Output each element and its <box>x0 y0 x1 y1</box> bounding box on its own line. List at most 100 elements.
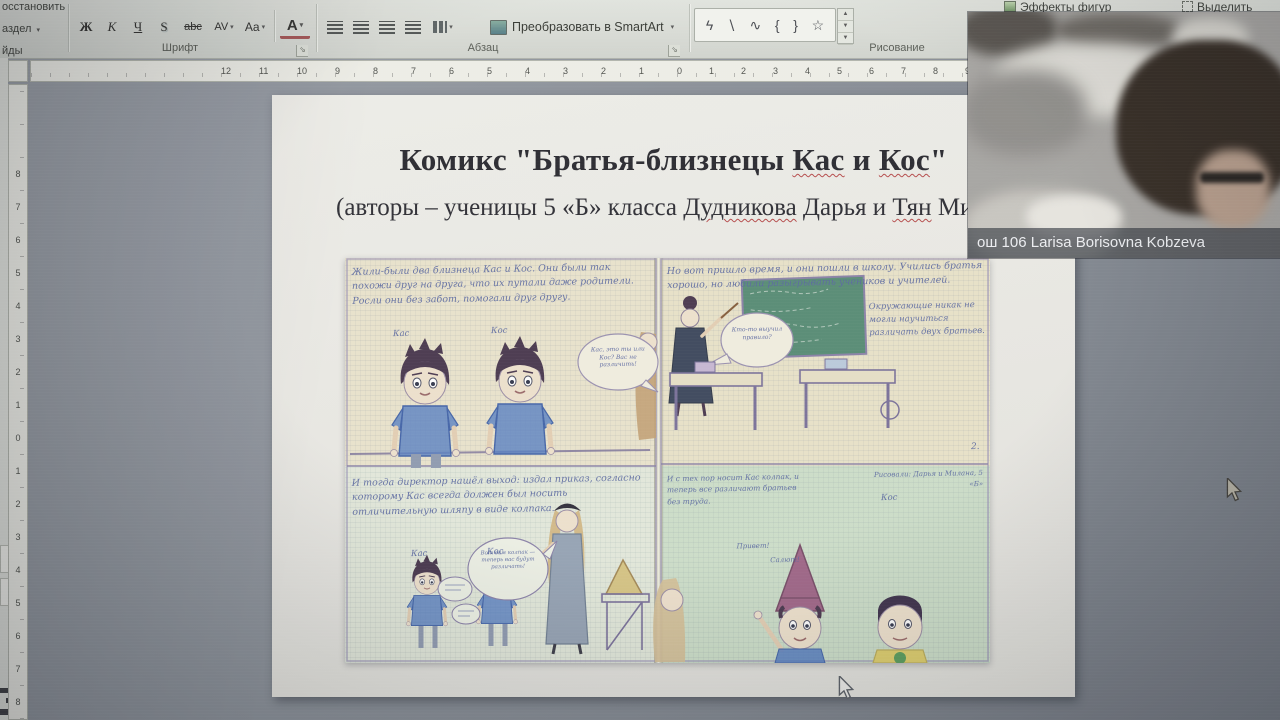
ruler-number: 10 <box>297 66 307 76</box>
left-brace-shape-icon[interactable]: { <box>775 17 780 33</box>
strikethrough-button[interactable]: abc <box>178 14 208 40</box>
char-spacing-glyph: AV <box>214 21 228 33</box>
comic-image[interactable]: Жили-были два близнеца Кас и Кос. Они бы… <box>345 258 990 663</box>
shapes-gallery[interactable]: ϟ ∖ ∿ { } ☆ <box>694 8 836 42</box>
ruler-number: 8 <box>15 697 20 707</box>
ruler-number: 7 <box>901 66 906 76</box>
webcam-name-label: ош 106 Larisa Borisovna Kobzeva <box>968 228 1280 258</box>
chevron-down-icon: ▾ <box>36 27 40 34</box>
ruler-number: 6 <box>869 66 874 76</box>
ruler-number: 2 <box>601 66 606 76</box>
scribble-shape-icon[interactable]: ϟ <box>706 17 713 33</box>
ruler-number: 5 <box>15 268 20 278</box>
ruler-number: 4 <box>525 66 530 76</box>
ruler-number: 2 <box>741 66 746 76</box>
chevron-down-icon: ▾ <box>300 21 304 29</box>
comic-label-kos: Кос <box>491 325 508 338</box>
align-right-button[interactable] <box>376 14 398 40</box>
align-left-button[interactable] <box>324 14 346 40</box>
ruler-number: 1 <box>709 66 714 76</box>
comic-bubble-teacher: Кто-то выучил правило? <box>727 325 787 341</box>
font-color-button[interactable]: A▾ <box>280 14 310 39</box>
slides-group-label: йды <box>2 45 22 57</box>
ruler-number: 2 <box>15 367 20 377</box>
ruler-number: 1 <box>639 66 644 76</box>
comic-bubble-director: Вот вам колпак — теперь вас будут различ… <box>475 549 541 571</box>
webcam-glasses <box>1200 172 1264 183</box>
webcam-background-blob <box>1056 14 1181 48</box>
ruler-number: 6 <box>15 631 20 641</box>
align-left-icon <box>327 21 343 34</box>
italic-button[interactable]: К <box>100 14 124 40</box>
ruler-number: 5 <box>15 598 20 608</box>
ruler-number: 1 <box>15 466 20 476</box>
ruler-number: 6 <box>449 66 454 76</box>
chevron-down-icon: ▾ <box>449 23 453 31</box>
ruler-number: 11 <box>259 66 268 76</box>
paragraph-dialog-launcher[interactable]: ⇘ <box>668 45 680 57</box>
ruler-number: 3 <box>773 66 778 76</box>
comic-label-kos-3: Кос <box>881 492 898 505</box>
curve-shape-icon[interactable]: ∿ <box>749 17 761 34</box>
group-divider <box>68 4 69 52</box>
ruler-number: 4 <box>15 301 20 311</box>
underline-button[interactable]: Ч <box>126 14 150 40</box>
smartart-label: Преобразовать в SmartArt <box>512 20 664 34</box>
font-group-label: Шрифт <box>145 42 215 54</box>
webcam-background-blob <box>968 70 1087 155</box>
section-button[interactable]: аздел ▾ <box>2 23 40 35</box>
comic-caption-top-left: Жили-были два близнеца Кас и Кос. Они бы… <box>352 260 647 308</box>
ruler-number: 4 <box>15 565 20 575</box>
ruler-number: 3 <box>15 334 20 344</box>
scroll-down-icon[interactable]: ▼ <box>838 21 853 33</box>
change-case-button[interactable]: Aa▾ <box>240 14 270 40</box>
gallery-more-icon[interactable]: ▼ <box>838 33 853 45</box>
columns-button[interactable]: ▾ <box>430 14 456 40</box>
ruler-number: 12 <box>221 66 231 76</box>
character-spacing-button[interactable]: AV▾ <box>210 14 238 40</box>
ruler-number: 8 <box>15 169 20 179</box>
screen-photo: осстановить аздел ▾ йды Ж К Ч S abc AV▾ … <box>0 0 1280 720</box>
align-center-button[interactable] <box>350 14 372 40</box>
ruler-number: 4 <box>805 66 810 76</box>
webcam-tile[interactable]: ош 106 Larisa Borisovna Kobzeva <box>968 12 1280 258</box>
ruler-number: 1 <box>15 400 20 410</box>
restore-button[interactable]: осстановить <box>2 1 65 13</box>
title-text: " <box>930 142 948 177</box>
subtitle-text: Дарья и <box>797 194 893 221</box>
ruler-number: 7 <box>411 66 416 76</box>
align-right-icon <box>379 21 395 34</box>
chevron-down-icon: ▾ <box>262 23 266 31</box>
text-shadow-button[interactable]: S <box>152 14 176 40</box>
ruler-number: 7 <box>15 664 20 674</box>
shapes-gallery-scroll[interactable]: ▲▼▼ <box>837 8 854 44</box>
vertical-ruler: 87654321012345678 <box>8 84 28 720</box>
slide-subtitle[interactable]: (авторы – ученицы 5 «Б» класса Дудникова… <box>336 194 1076 222</box>
change-case-glyph: Aa <box>245 20 260 34</box>
drawing-group-label: Рисование <box>862 42 932 54</box>
subtitle-misspelled-word: Дудникова <box>683 194 796 221</box>
shape-effects-button[interactable]: Эффекты фигур <box>1004 0 1154 12</box>
select-button[interactable]: Выделить <box>1182 0 1278 12</box>
line-shape-icon[interactable]: ∖ <box>727 17 736 34</box>
comic-label-kas-2: Кас <box>411 548 428 561</box>
thumbnails-panel-edge <box>0 58 8 720</box>
button-divider <box>274 10 275 42</box>
convert-to-smartart-button[interactable]: Преобразовать в SmartArt ▾ <box>490 14 686 40</box>
group-divider <box>689 4 690 52</box>
font-color-glyph: A <box>287 17 298 34</box>
right-brace-shape-icon[interactable]: } <box>793 17 798 33</box>
mouse-cursor <box>1226 478 1244 502</box>
font-dialog-launcher[interactable]: ⇘ <box>296 45 308 57</box>
comic-credit: Рисовали: Дарья и Милана, 5 «Б» <box>869 468 983 491</box>
bold-button[interactable]: Ж <box>74 14 98 40</box>
ruler-corner <box>8 60 28 82</box>
subtitle-text: (авторы – ученицы 5 «Б» класса <box>336 194 683 221</box>
star-shape-icon[interactable]: ☆ <box>812 17 825 34</box>
scroll-up-icon[interactable]: ▲ <box>838 9 853 21</box>
slide-title[interactable]: Комикс "Братья-близнецы Кас и Кос" <box>292 142 1055 178</box>
ruler-number: 8 <box>373 66 378 76</box>
ruler-number: 2 <box>15 499 20 509</box>
comic-side-note: Окружающие никак не могли научиться разл… <box>869 299 986 339</box>
justify-button[interactable] <box>402 14 424 40</box>
